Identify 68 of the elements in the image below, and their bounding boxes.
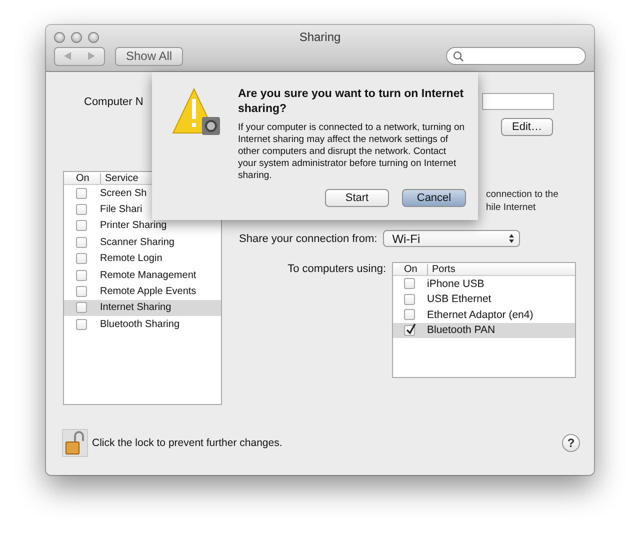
service-name: Remote Management bbox=[100, 270, 198, 281]
description-text: connection to the bbox=[486, 189, 560, 200]
port-name: USB Ethernet bbox=[427, 293, 492, 306]
zoom-button[interactable] bbox=[88, 32, 99, 42]
warning-icon bbox=[172, 87, 222, 137]
minimize-button[interactable] bbox=[71, 32, 82, 42]
edit-button[interactable]: Edit… bbox=[501, 118, 553, 136]
port-row[interactable]: Ethernet Adaptor (en4) bbox=[393, 307, 575, 322]
alert-message: If your computer is connected to a network, turning on Internet sharing may affect the network settings of other computers and disrupt the network. Contact your system administrator before turning on Internet sharing. bbox=[238, 122, 466, 182]
checkbox[interactable] bbox=[404, 294, 415, 305]
checkbox[interactable] bbox=[76, 270, 87, 281]
checkbox[interactable] bbox=[76, 286, 87, 298]
service-row[interactable]: Remote Apple Events bbox=[64, 283, 221, 300]
share-from-label: Share your connection from: bbox=[239, 232, 378, 244]
service-row[interactable]: Bluetooth Sharing bbox=[64, 316, 221, 333]
service-name: Remote Login bbox=[100, 253, 164, 264]
alert-button[interactable]: Start bbox=[325, 189, 389, 207]
checkbox[interactable] bbox=[76, 220, 87, 232]
alert-title: Are you sure you want to turn on Internet sharing? bbox=[238, 87, 465, 117]
show-all-button[interactable]: Show All bbox=[115, 46, 184, 66]
checkbox[interactable] bbox=[404, 309, 415, 320]
column-header[interactable]: On bbox=[393, 264, 427, 274]
search-icon bbox=[453, 50, 464, 62]
alert-button[interactable]: Cancel bbox=[402, 189, 466, 207]
port-name: iPhone USB bbox=[427, 278, 486, 290]
service-name: Printer Sharing bbox=[100, 220, 168, 232]
service-row[interactable]: Remote Login bbox=[64, 250, 221, 267]
checkbox[interactable] bbox=[76, 302, 87, 314]
back-forward-control[interactable] bbox=[54, 46, 105, 66]
checkbox[interactable] bbox=[76, 236, 87, 248]
checkbox[interactable] bbox=[404, 324, 415, 336]
search-field[interactable] bbox=[446, 47, 586, 65]
lock-button[interactable] bbox=[62, 428, 88, 456]
computer-name-field[interactable] bbox=[482, 93, 554, 110]
connection-popup[interactable]: Wi-Fi bbox=[383, 230, 520, 247]
updown-arrows-icon bbox=[509, 234, 514, 243]
service-name: Scanner Sharing bbox=[100, 236, 176, 248]
checkbox[interactable] bbox=[76, 188, 87, 199]
port-name: Bluetooth PAN bbox=[427, 324, 496, 336]
back-icon[interactable] bbox=[64, 52, 71, 60]
checkbox[interactable] bbox=[404, 278, 415, 290]
lock-status-text: Click the lock to prevent further changes. bbox=[92, 436, 282, 448]
column-header[interactable]: Ports bbox=[427, 264, 575, 274]
window-title: Sharing bbox=[299, 30, 341, 44]
computer-name-label: Computer N bbox=[84, 96, 144, 108]
forward-icon[interactable] bbox=[88, 52, 96, 60]
port-row[interactable]: USB Ethernet bbox=[393, 292, 575, 307]
ports-label: To computers using: bbox=[286, 263, 387, 277]
port-row[interactable]: Bluetooth PAN bbox=[393, 322, 575, 338]
service-name: Screen Sh bbox=[100, 188, 148, 199]
service-name: Bluetooth Sharing bbox=[100, 318, 181, 330]
checkbox[interactable] bbox=[76, 318, 87, 330]
service-name: File Shari bbox=[100, 204, 144, 216]
close-button[interactable] bbox=[54, 32, 65, 42]
service-row[interactable]: Internet Sharing bbox=[64, 300, 221, 316]
checkbox[interactable] bbox=[76, 204, 87, 216]
description-text: hile Internet bbox=[486, 202, 537, 213]
open-lock-icon bbox=[65, 430, 85, 454]
service-row[interactable]: Printer Sharing bbox=[64, 218, 221, 234]
checkbox[interactable] bbox=[76, 253, 87, 264]
service-row[interactable]: Scanner Sharing bbox=[64, 234, 221, 251]
service-name: Internet Sharing bbox=[100, 302, 172, 314]
help-button[interactable]: ? bbox=[562, 434, 580, 452]
service-name: Remote Apple Events bbox=[100, 286, 198, 298]
service-row[interactable]: Remote Management bbox=[64, 266, 221, 284]
port-name: Ethernet Adaptor (en4) bbox=[427, 308, 534, 321]
column-header[interactable]: On bbox=[64, 172, 100, 184]
port-row[interactable]: iPhone USB bbox=[393, 276, 575, 292]
